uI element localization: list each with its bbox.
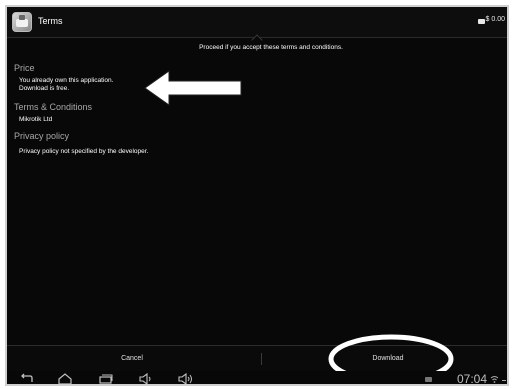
terms-notice: Proceed if you accept these terms and co… xyxy=(199,44,343,51)
annotation-arrow xyxy=(144,70,242,106)
page-title: Terms xyxy=(38,16,63,26)
recents-icon[interactable] xyxy=(98,373,114,385)
price-line-2: Download is free. xyxy=(19,85,70,92)
volume-down-icon[interactable] xyxy=(138,373,154,385)
home-icon[interactable] xyxy=(57,373,73,385)
back-icon[interactable] xyxy=(19,373,35,385)
button-divider xyxy=(261,353,262,365)
wifi-icon xyxy=(490,376,499,383)
cancel-button[interactable]: Cancel xyxy=(7,346,257,372)
privacy-heading: Privacy policy xyxy=(14,131,70,141)
privacy-value: Privacy policy not specified by the deve… xyxy=(19,148,149,155)
terms-value: Mikrotik Ltd xyxy=(19,116,53,123)
screen: Terms $ 0.00 Proceed if you accept these… xyxy=(5,5,509,386)
cart-icon xyxy=(478,19,485,24)
volume-up-icon[interactable] xyxy=(178,373,194,385)
terms-heading: Terms & Conditions xyxy=(14,102,93,112)
clock: 07:04 xyxy=(456,372,487,386)
notification-icon xyxy=(425,377,432,382)
system-bar: 07:04 xyxy=(7,371,507,386)
price-badge: $ 0.00 xyxy=(485,16,505,23)
price-line-1: You already own this application. xyxy=(19,77,114,84)
app-icon[interactable] xyxy=(12,12,32,32)
battery-icon xyxy=(502,380,506,381)
price-heading: Price xyxy=(14,63,35,73)
